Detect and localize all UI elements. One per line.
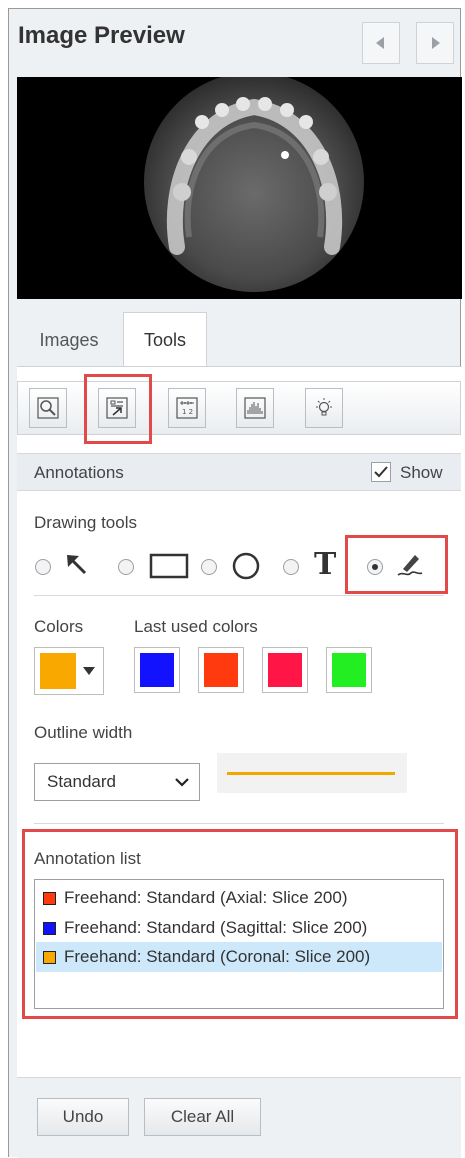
chevron-right-icon xyxy=(432,37,440,49)
radio-rectangle[interactable] xyxy=(118,559,134,575)
last-used-color-orange-red[interactable] xyxy=(198,647,244,693)
histogram-tool-button[interactable] xyxy=(236,388,274,428)
annotations-title: Annotations xyxy=(34,463,124,482)
arrow-icon[interactable] xyxy=(63,551,91,579)
zoom-region-icon xyxy=(37,397,59,419)
clear-all-button[interactable]: Clear All xyxy=(144,1098,261,1136)
rectangle-icon[interactable] xyxy=(149,553,189,579)
dental-ct-axial-slice xyxy=(144,77,364,292)
current-color-picker[interactable] xyxy=(34,647,104,695)
dropdown-arrow-icon xyxy=(83,667,95,675)
zoom-region-button[interactable] xyxy=(29,388,67,428)
panel-footer: Undo Clear All xyxy=(17,1077,461,1158)
current-color-swatch xyxy=(40,653,76,689)
ct-preview-image[interactable] xyxy=(17,77,462,299)
outline-preview-line xyxy=(227,772,395,775)
tab-images[interactable]: Images xyxy=(17,312,121,368)
outline-preview xyxy=(217,753,407,793)
next-image-button[interactable] xyxy=(416,22,454,64)
outline-width-select[interactable]: Standard xyxy=(34,763,200,801)
annotations-header: Annotations Show xyxy=(17,453,461,491)
svg-text:1 2: 1 2 xyxy=(182,408,193,416)
previous-image-button[interactable] xyxy=(362,22,400,64)
histogram-icon xyxy=(244,397,266,419)
outline-width-label: Outline width xyxy=(34,723,133,742)
checkmark-icon xyxy=(374,466,388,478)
last-used-color-blue[interactable] xyxy=(134,647,180,693)
freehand-tool-highlight xyxy=(345,535,448,594)
measure-tool-button[interactable]: 1 2 xyxy=(168,388,206,428)
text-icon[interactable]: T xyxy=(314,547,336,582)
undo-button[interactable]: Undo xyxy=(37,1098,129,1136)
brightness-tool-button[interactable] xyxy=(305,388,343,428)
annotation-list-highlight xyxy=(22,829,458,1019)
radio-ellipse[interactable] xyxy=(201,559,217,575)
last-used-colors-label: Last used colors xyxy=(134,617,258,636)
tab-strip: Images Tools xyxy=(17,312,462,368)
last-used-color-crimson[interactable] xyxy=(262,647,308,693)
chevron-down-icon xyxy=(175,778,189,787)
measure-icon: 1 2 xyxy=(176,397,198,419)
radio-text[interactable] xyxy=(283,559,299,575)
show-label: Show xyxy=(400,463,443,482)
panel-title: Image Preview xyxy=(18,22,185,49)
show-checkbox[interactable] xyxy=(371,462,391,482)
outline-width-value: Standard xyxy=(47,772,116,791)
brightness-icon xyxy=(316,398,332,416)
annotation-tool-highlight xyxy=(84,374,152,444)
tools-panel: 1 2 Annotations Show Drawing tools T Col… xyxy=(17,366,462,1158)
colors-label: Colors xyxy=(34,617,84,636)
radio-arrow[interactable] xyxy=(35,559,51,575)
ellipse-icon[interactable] xyxy=(231,551,261,581)
divider xyxy=(34,595,444,596)
drawing-tools-label: Drawing tools xyxy=(34,513,137,532)
last-used-color-green[interactable] xyxy=(326,647,372,693)
chevron-left-icon xyxy=(376,37,384,49)
divider xyxy=(34,823,444,824)
tab-tools[interactable]: Tools xyxy=(123,312,207,368)
